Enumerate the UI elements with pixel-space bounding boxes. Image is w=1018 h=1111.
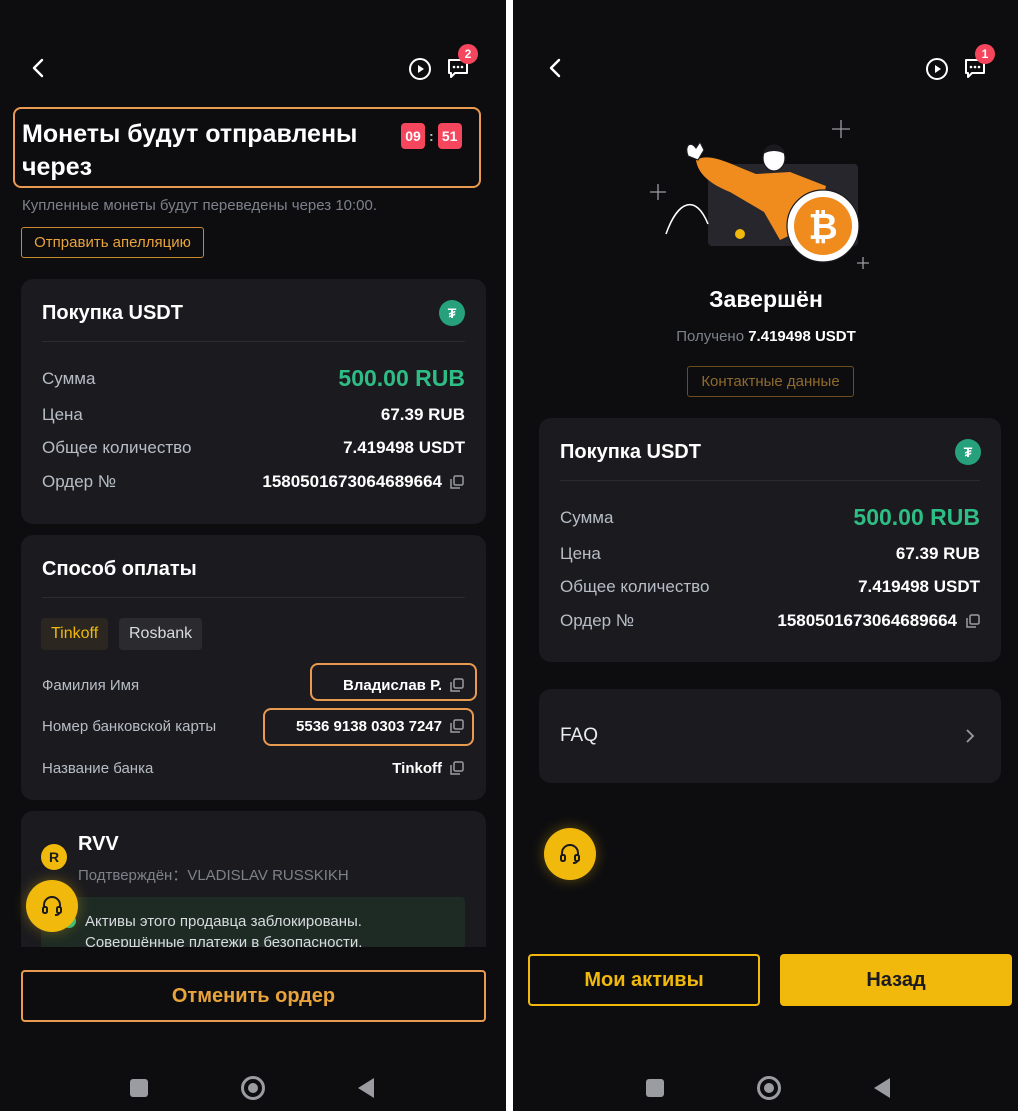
avatar: R xyxy=(41,844,67,870)
payment-method-rosbank[interactable]: Rosbank xyxy=(119,618,203,650)
quantity-label: Общее количество xyxy=(42,438,192,457)
order-card: Покупка USDT ₮ Сумма 500.00 RUB Цена 67.… xyxy=(21,279,486,524)
right-screen: 1 ₿ Завершён Получено 7.419498 USDT Конт… xyxy=(513,0,1018,1111)
copy-icon[interactable] xyxy=(450,475,464,489)
play-circle-icon xyxy=(926,58,948,80)
divider xyxy=(42,597,465,598)
seller-notice: Активы этого продавца заблокированы. Сов… xyxy=(41,897,465,947)
tether-icon: ₮ xyxy=(955,439,981,465)
nav-home-icon[interactable] xyxy=(757,1076,781,1100)
price-label: Цена xyxy=(42,405,83,424)
amount-label: Сумма xyxy=(560,508,614,527)
system-nav-bar xyxy=(513,1055,1018,1111)
faq-row[interactable]: FAQ xyxy=(539,689,1001,783)
system-nav-bar xyxy=(0,1055,506,1111)
left-screen: 2 Монеты будут отправлены через 09 : 51 … xyxy=(0,0,506,1111)
card-number-value: 5536 9138 0303 7247 xyxy=(296,718,442,735)
copy-icon[interactable] xyxy=(450,761,464,775)
timer-seconds: 51 xyxy=(437,123,462,149)
tutorial-button[interactable] xyxy=(923,55,951,83)
payment-card-title: Способ оплаты xyxy=(42,558,197,580)
timer-minutes: 09 xyxy=(401,123,425,149)
svg-text:₿: ₿ xyxy=(808,207,837,248)
nav-recents-icon[interactable] xyxy=(130,1079,148,1097)
order-number-value: 1580501673064689664 xyxy=(777,611,957,630)
divider xyxy=(560,480,980,481)
payment-card: Способ оплаты Tinkoff Rosbank Фамилия Им… xyxy=(21,535,486,800)
price-value: 67.39 RUB xyxy=(380,405,465,424)
card-number-label: Номер банковской карты xyxy=(42,718,217,735)
play-circle-icon xyxy=(409,58,431,80)
order-card-title: Покупка USDT xyxy=(560,441,701,463)
timer-separator: : xyxy=(429,128,434,144)
back-button[interactable] xyxy=(24,56,52,80)
payment-method-tinkoff[interactable]: Tinkoff xyxy=(41,618,109,650)
full-name-value: Владислав Р. xyxy=(343,677,442,694)
quantity-value: 7.419498 USDT xyxy=(343,438,465,457)
support-button[interactable] xyxy=(26,880,78,932)
notice-line-2: Совершённые платежи в безопасности. xyxy=(85,934,363,947)
full-name-label: Фамилия Имя xyxy=(42,677,140,694)
headset-icon xyxy=(42,896,62,916)
nav-home-icon[interactable] xyxy=(241,1076,265,1100)
page-title: Монеты будут отправлены через xyxy=(22,120,358,181)
amount-label: Сумма xyxy=(42,369,96,388)
tutorial-button[interactable] xyxy=(406,55,434,83)
faq-label: FAQ xyxy=(560,725,599,746)
back-arrow-icon xyxy=(549,58,561,78)
received-line: Получено 7.419498 USDT xyxy=(513,328,1018,345)
back-button[interactable] xyxy=(541,56,569,80)
headset-icon xyxy=(560,844,580,864)
divider xyxy=(42,341,465,342)
bank-name-label: Название банка xyxy=(42,760,154,777)
copy-icon[interactable] xyxy=(966,614,980,628)
price-label: Цена xyxy=(560,544,601,563)
bitcoin-illustration: ₿ xyxy=(650,120,869,269)
quantity-label: Общее количество xyxy=(560,577,710,596)
order-number-label: Ордер № xyxy=(560,611,635,630)
copy-icon[interactable] xyxy=(450,719,464,733)
cancel-order-button[interactable]: Отменить ордер xyxy=(21,970,486,1022)
nav-back-icon[interactable] xyxy=(874,1078,890,1098)
back-to-main-button[interactable]: Назад xyxy=(780,954,1012,1006)
order-number-value: 1580501673064689664 xyxy=(262,472,442,491)
tether-icon: ₮ xyxy=(439,300,465,326)
notice-line-1: Активы этого продавца заблокированы. xyxy=(85,913,362,930)
contact-details-button[interactable]: Контактные данные xyxy=(687,366,854,397)
price-value: 67.39 RUB xyxy=(895,544,980,563)
back-arrow-icon xyxy=(32,58,44,78)
seller-card: R RVV Подтверждён：VLADISLAV RUSSKIKH Акт… xyxy=(21,811,486,947)
copy-icon[interactable] xyxy=(450,678,464,692)
quantity-value: 7.419498 USDT xyxy=(858,577,980,596)
unread-badge: 2 xyxy=(458,44,478,64)
unread-badge: 1 xyxy=(975,44,995,64)
subtitle: Купленные монеты будут переведены через … xyxy=(22,197,378,214)
status-title: Завершён xyxy=(709,286,823,312)
order-number-label: Ордер № xyxy=(42,472,117,491)
received-label: Получено xyxy=(676,328,745,345)
received-value: 7.419498 USDT xyxy=(748,328,856,345)
seller-verified: Подтверждён：VLADISLAV RUSSKIKH xyxy=(78,867,349,884)
order-card-title: Покупка USDT xyxy=(42,302,183,324)
nav-recents-icon[interactable] xyxy=(646,1079,664,1097)
order-card: Покупка USDT ₮ Сумма 500.00 RUB Цена 67.… xyxy=(539,418,1001,662)
my-assets-button[interactable]: Мои активы xyxy=(528,954,760,1006)
amount-value: 500.00 RUB xyxy=(338,365,465,391)
support-button[interactable] xyxy=(544,828,596,880)
chevron-right-icon xyxy=(966,729,975,743)
seller-name[interactable]: RVV xyxy=(78,833,119,856)
bank-name-value: Tinkoff xyxy=(392,760,442,777)
appeal-button[interactable]: Отправить апелляцию xyxy=(21,227,204,258)
countdown-timer: 09 : 51 xyxy=(401,123,462,149)
amount-value: 500.00 RUB xyxy=(853,504,980,530)
nav-back-icon[interactable] xyxy=(358,1078,374,1098)
